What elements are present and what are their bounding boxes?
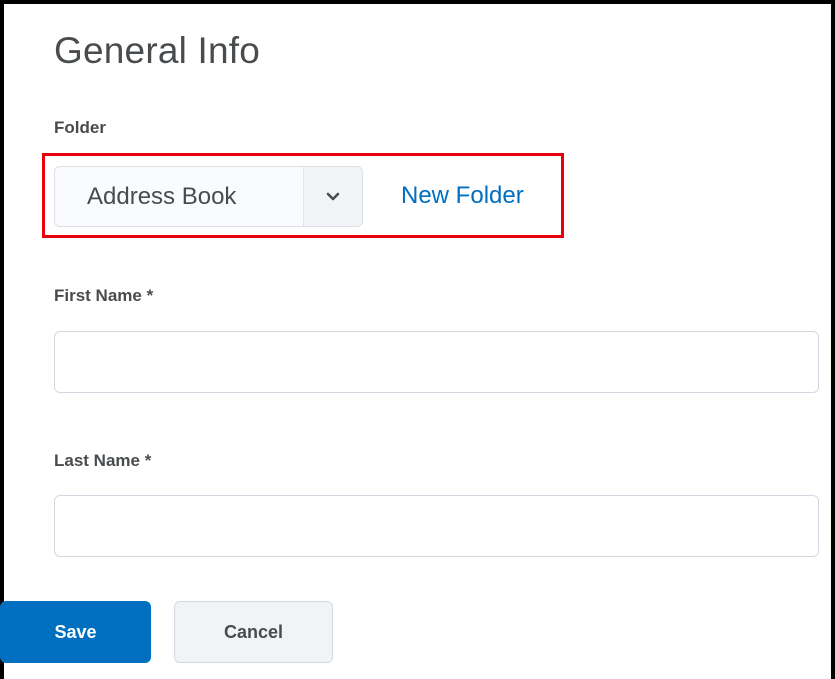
new-folder-link[interactable]: New Folder — [401, 182, 524, 210]
last-name-input[interactable] — [54, 495, 819, 557]
page-title: General Info — [54, 30, 261, 71]
folder-select-toggle[interactable] — [303, 167, 362, 226]
folder-select[interactable]: Address Book — [54, 166, 363, 227]
save-button[interactable]: Save — [0, 601, 151, 663]
folder-select-value: Address Book — [87, 182, 237, 210]
folder-label: Folder — [54, 118, 106, 137]
chevron-down-icon — [326, 192, 340, 200]
cancel-button[interactable]: Cancel — [174, 601, 333, 663]
first-name-label: First Name * — [54, 286, 154, 305]
last-name-label: Last Name * — [54, 451, 152, 470]
first-name-input[interactable] — [54, 331, 819, 393]
